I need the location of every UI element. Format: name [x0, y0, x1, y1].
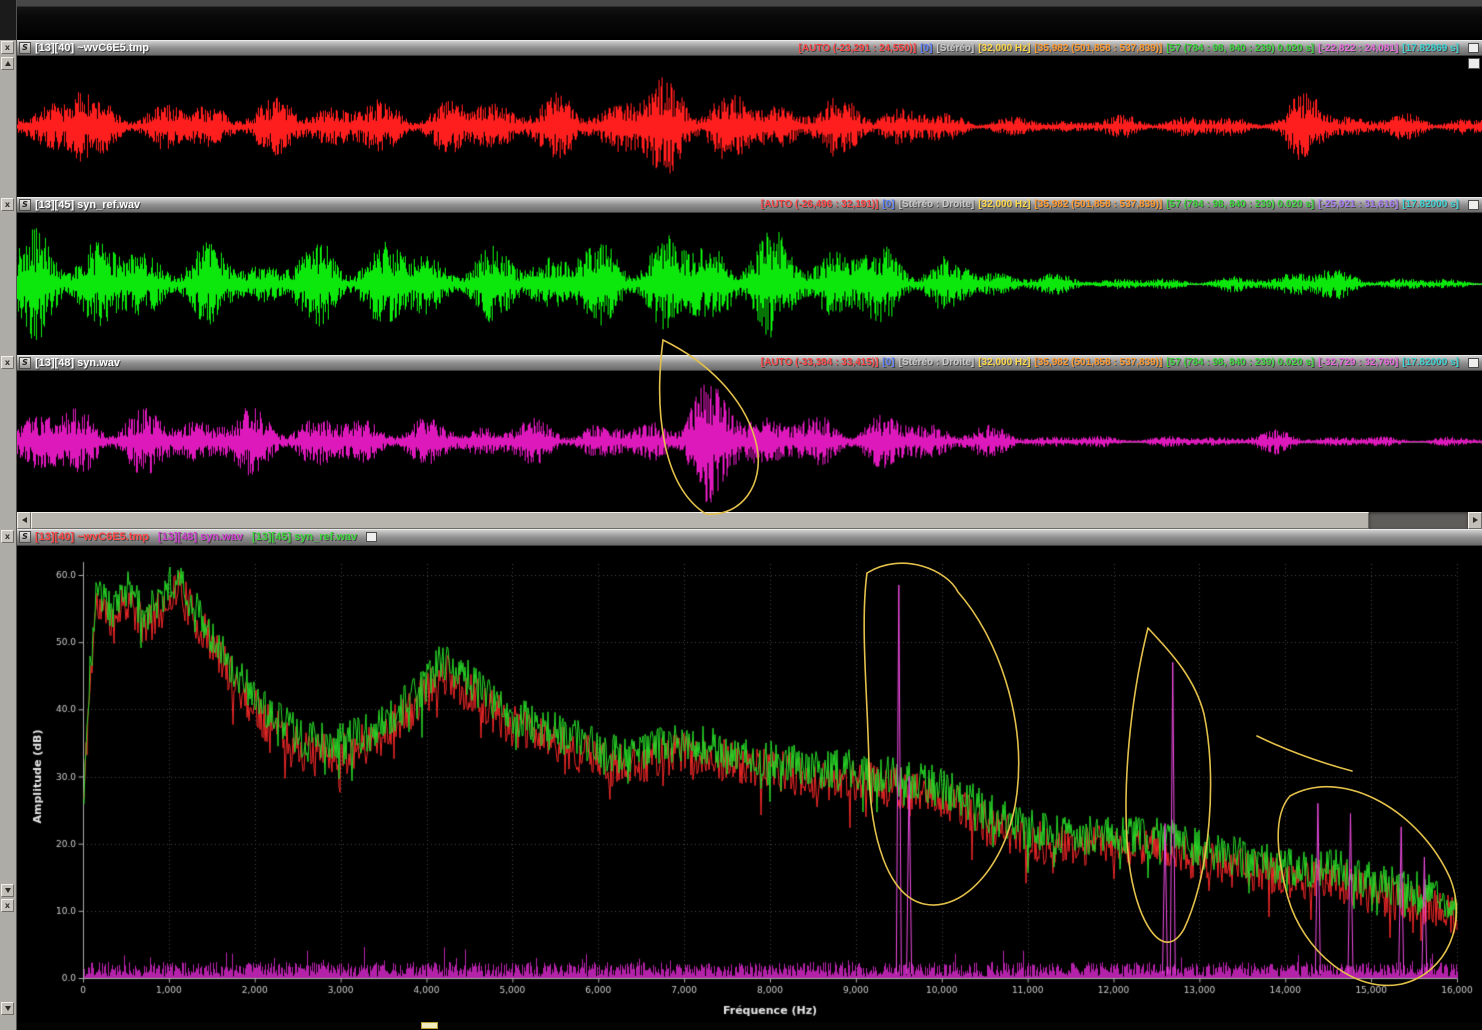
status-segment: [Stéréo]: [936, 43, 974, 54]
track-status-3: [AUTO (-33,384 : 33,415)][0] [Stéréo : Dr…: [761, 357, 1459, 368]
track-icon: S: [19, 199, 31, 211]
status-segment: [17.82000 s]: [1402, 357, 1459, 368]
track-icon: S: [19, 357, 31, 369]
scroll-up-button[interactable]: [1, 57, 14, 70]
box-x-icon: x: [5, 359, 10, 367]
track-icon-glyph: S: [22, 44, 28, 52]
box-x-icon: x: [5, 201, 10, 209]
track-title-3: [13][48] syn.wav: [35, 357, 120, 369]
status-segment: [35,982 (501,858 : 537,839)]: [1034, 357, 1162, 368]
track-icon: S: [19, 42, 31, 54]
box-x-icon: x: [5, 533, 10, 541]
panel-toggle-icon[interactable]: x: [1, 899, 14, 912]
status-segment: [AUTO (-23,291 : 24,550)]: [799, 43, 917, 54]
titlebar-end-button[interactable]: [366, 532, 377, 542]
track-icon-glyph: S: [22, 533, 28, 541]
status-segment: [AUTO (-33,384 : 33,415)]: [761, 357, 879, 368]
titlebar-end-button[interactable]: [1468, 43, 1479, 53]
status-segment: [32,000 Hz]: [978, 199, 1030, 210]
spectrum-title-segment: [13][40] ~wvC6E5.tmp: [35, 531, 149, 543]
status-segment: [-22,822 : 24,081]: [1318, 43, 1398, 54]
status-segment: [17.82000 s]: [1402, 199, 1459, 210]
taskbar-item[interactable]: [421, 1022, 438, 1029]
status-segment: [35,982 (501,858 : 537,839)]: [1034, 43, 1162, 54]
status-segment: [AUTO (-26,496 : 32,191)]: [761, 199, 879, 210]
waveform-display-1[interactable]: [17, 56, 1482, 197]
track1-select-icon[interactable]: x: [1, 41, 14, 54]
left-arrow-icon: [22, 517, 27, 523]
left-scroll-strip: x x x x x: [0, 0, 17, 1030]
waveform-display-3[interactable]: [17, 371, 1482, 512]
status-segment: [0]: [882, 357, 894, 368]
left-strip-top: [0, 0, 16, 40]
audio-editor-window: x x x x x S [13][40] ~wvC6E5.tmp [AUTO (…: [0, 0, 1482, 1030]
window-top-chrome: [17, 0, 1482, 40]
track-icon-glyph: S: [22, 201, 28, 209]
track-status-2: [AUTO (-26,496 : 32,191)][0] [Stéréo : Dr…: [761, 199, 1459, 210]
track-title-1: [13][40] ~wvC6E5.tmp: [35, 42, 149, 54]
spectrum-select-icon[interactable]: x: [1, 530, 14, 543]
waveform-display-2[interactable]: [17, 213, 1482, 355]
track-icon-glyph: S: [22, 359, 28, 367]
spectrum-titlebar[interactable]: S [13][40] ~wvC6E5.tmp[13][48] syn.wav[1…: [17, 529, 1482, 546]
scrollbar-track[interactable]: [1369, 512, 1468, 529]
status-segment: [Stéréo : Droite]: [899, 357, 975, 368]
status-segment: [57 (784 : 98, 840 : 239) 0.020 s]: [1166, 43, 1314, 54]
status-segment: [32,000 Hz]: [978, 43, 1030, 54]
track-status-1: [AUTO (-23,291 : 24,550)][0] [Stéréo] [32,…: [799, 43, 1459, 54]
bottom-strip: [17, 1022, 1482, 1030]
track-icon: S: [19, 531, 31, 543]
box-x-icon: x: [5, 902, 10, 910]
status-segment: [57 (784 : 98, 840 : 239) 0.020 s]: [1166, 357, 1314, 368]
spectrum-title-segment: [13][48] syn.wav: [158, 531, 243, 543]
wave1-scroll-button[interactable]: [1468, 58, 1480, 69]
status-segment: [-32,729 : 32,760]: [1318, 357, 1398, 368]
scroll-right-button[interactable]: [1468, 512, 1482, 529]
down-arrow-icon: [5, 888, 11, 893]
up-arrow-icon: [5, 61, 11, 66]
scroll-left-button[interactable]: [17, 512, 31, 529]
status-segment: [0]: [920, 43, 932, 54]
track-titlebar-3[interactable]: S [13][48] syn.wav [AUTO (-33,384 : 33,4…: [17, 355, 1482, 371]
down-arrow-icon: [5, 1006, 11, 1011]
spectrum-display[interactable]: [17, 546, 1482, 1022]
main-column: S [13][40] ~wvC6E5.tmp [AUTO (-23,291 : …: [17, 0, 1482, 1030]
scroll-down-button[interactable]: [1, 884, 14, 897]
right-arrow-icon: [1473, 517, 1478, 523]
status-segment: [Stéréo : Droite]: [899, 199, 975, 210]
titlebar-end-button[interactable]: [1468, 200, 1479, 210]
scrollbar-thumb[interactable]: [31, 512, 1369, 529]
horizontal-scrollbar[interactable]: [17, 512, 1482, 529]
track-titlebar-1[interactable]: S [13][40] ~wvC6E5.tmp [AUTO (-23,291 : …: [17, 40, 1482, 56]
track-titlebar-2[interactable]: S [13][45] syn_ref.wav [AUTO (-26,496 : …: [17, 197, 1482, 213]
scroll-down-button-2[interactable]: [1, 1002, 14, 1015]
track-title-2: [13][45] syn_ref.wav: [35, 199, 140, 211]
box-x-icon: x: [5, 44, 10, 52]
titlebar-end-button[interactable]: [1468, 358, 1479, 368]
status-segment: [57 (784 : 98, 840 : 239) 0.020 s]: [1166, 199, 1314, 210]
spectrum-panel: [17, 546, 1482, 1022]
status-segment: [35,982 (501,858 : 537,839)]: [1034, 199, 1162, 210]
spectrum-title-segment: [13][45] syn_ref.wav: [252, 531, 357, 543]
track3-select-icon[interactable]: x: [1, 356, 14, 369]
track2-select-icon[interactable]: x: [1, 198, 14, 211]
status-segment: [17.82869 s]: [1402, 43, 1459, 54]
status-segment: [0]: [882, 199, 894, 210]
spectrum-title: [13][40] ~wvC6E5.tmp [13][48] syn.wav [13]…: [35, 531, 357, 543]
status-segment: [32,000 Hz]: [978, 357, 1030, 368]
status-segment: [-25,921 : 31,616]: [1318, 199, 1398, 210]
